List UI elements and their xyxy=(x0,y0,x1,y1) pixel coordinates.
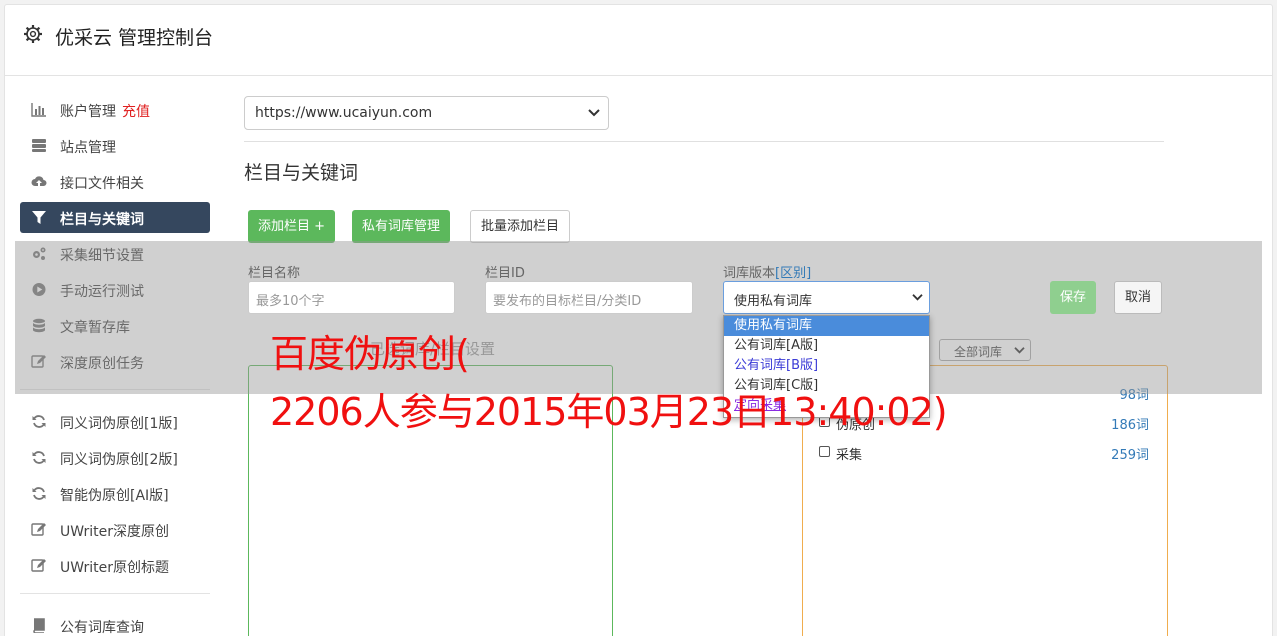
sidebar-item-label: 账户管理 xyxy=(60,104,116,120)
chevron-down-icon xyxy=(912,294,923,301)
sidebar-item-label: 同义词伪原创[1版] xyxy=(60,416,178,432)
edit-icon xyxy=(31,559,46,572)
column-name-placeholder: 最多10个字 xyxy=(256,294,325,309)
page-title: 优采云 管理控制台 xyxy=(55,27,214,49)
bar-chart-icon xyxy=(31,103,46,117)
sidebar-item-label: 公有词库查询 xyxy=(60,620,144,636)
sidebar-item-label: 栏目与关键词 xyxy=(60,212,144,228)
library-name: 采集 xyxy=(836,448,863,463)
cancel-button[interactable]: 取消 xyxy=(1114,281,1163,314)
private-lib-button[interactable]: 私有词库管理 xyxy=(352,210,451,243)
sidebar-item-label: 同义词伪原创[2版] xyxy=(60,452,178,468)
cloud-upload-icon xyxy=(31,176,47,186)
refresh-icon xyxy=(32,487,46,500)
watermark-line-1: 百度伪原创( xyxy=(270,332,470,376)
library-row[interactable]: 采集 259词 xyxy=(819,443,1149,463)
section-title: 栏目与关键词 xyxy=(244,162,359,184)
library-checkbox[interactable] xyxy=(819,446,830,457)
header: 优采云 管理控制台 xyxy=(5,5,1272,76)
sidebar-item-interface[interactable]: 接口文件相关 xyxy=(20,166,210,197)
chevron-down-icon xyxy=(588,109,600,117)
sidebar-item-label: UWriter原创标题 xyxy=(60,560,169,576)
server-icon xyxy=(32,139,46,152)
sidebar-item-label: UWriter深度原创 xyxy=(60,524,169,540)
sidebar-item-label: 接口文件相关 xyxy=(60,176,144,192)
sidebar-item-ai-rewrite[interactable]: 智能伪原创[AI版] xyxy=(20,478,210,509)
column-name-label: 栏目名称 xyxy=(248,266,301,281)
book-icon xyxy=(33,618,45,633)
sidebar-divider xyxy=(20,593,210,594)
column-name-input[interactable]: 最多10个字 xyxy=(248,281,455,314)
overlay-band xyxy=(15,241,1262,394)
watermark-line-2: 2206人参与2015年03月23日13:40:02) xyxy=(270,390,948,434)
sidebar-item-sites[interactable]: 站点管理 xyxy=(20,130,210,161)
filter-icon xyxy=(32,211,46,224)
library-count: 259词 xyxy=(1111,448,1149,463)
batch-add-button[interactable]: 批量添加栏目 xyxy=(470,210,571,243)
site-select-value: https://www.ucaiyun.com xyxy=(255,105,433,121)
lib-diff-link[interactable]: [区别] xyxy=(775,266,811,281)
gear-icon xyxy=(24,25,42,43)
column-id-input[interactable]: 要发布的目标栏目/分类ID xyxy=(485,281,693,314)
lib-version-value: 使用私有词库 xyxy=(734,294,813,309)
site-select[interactable]: https://www.ucaiyun.com xyxy=(244,96,609,130)
sidebar-item-label: 智能伪原创[AI版] xyxy=(60,488,169,504)
sidebar-item-label: 站点管理 xyxy=(60,140,116,156)
lib-version-label: 词库版本[区别] xyxy=(723,262,811,281)
lib-version-text: 词库版本 xyxy=(723,266,776,281)
dropdown-option[interactable]: 使用私有词库 xyxy=(724,316,929,336)
sidebar-item-account[interactable]: 账户管理 充值 xyxy=(20,94,210,125)
dropdown-option[interactable]: 公有词库[B版] xyxy=(724,356,929,376)
sidebar-item-public-lib[interactable]: 公有词库查询 xyxy=(20,610,210,636)
refresh-icon xyxy=(32,415,46,428)
add-column-button[interactable]: 添加栏目 + xyxy=(248,210,336,243)
column-id-label: 栏目ID xyxy=(485,266,525,281)
library-count: 186词 xyxy=(1111,418,1149,433)
divider xyxy=(244,141,1164,142)
sidebar-item-columns[interactable]: 栏目与关键词 xyxy=(20,202,210,233)
sidebar-item-uwriter-title[interactable]: UWriter原创标题 xyxy=(20,550,210,581)
lib-version-select[interactable]: 使用私有词库 xyxy=(723,281,930,314)
save-button[interactable]: 保存 xyxy=(1050,281,1097,314)
sidebar-item-synonym-v2[interactable]: 同义词伪原创[2版] xyxy=(20,442,210,473)
sidebar-item-uwriter-deep[interactable]: UWriter深度原创 xyxy=(20,514,210,545)
edit-icon xyxy=(31,523,46,536)
recharge-link[interactable]: 充值 xyxy=(122,104,150,120)
column-id-placeholder: 要发布的目标栏目/分类ID xyxy=(493,294,642,309)
sidebar-item-synonym-v1[interactable]: 同义词伪原创[1版] xyxy=(20,406,210,437)
dropdown-option[interactable]: 公有词库[A版] xyxy=(724,336,929,356)
refresh-icon xyxy=(32,451,46,464)
